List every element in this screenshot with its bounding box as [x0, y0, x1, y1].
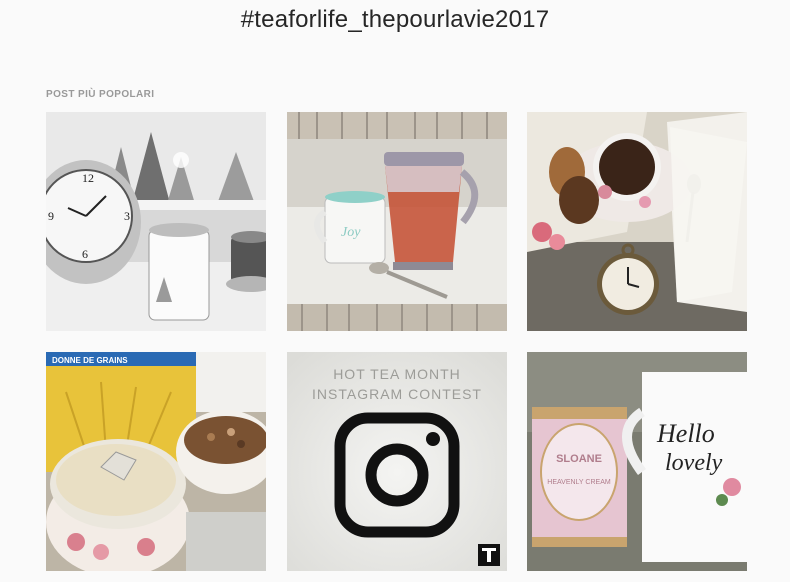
mug-line-2: lovely [665, 450, 723, 476]
contest-line-2: INSTAGRAM CONTEST [312, 386, 482, 402]
top-posts-label: POST PIÙ POPOLARI [46, 89, 155, 100]
box-text: DONNE DE GRAINS [52, 356, 128, 365]
mug-line-1: Hello [656, 419, 715, 448]
post-tile-1[interactable]: 12 3 6 9 [46, 112, 266, 331]
svg-text:9: 9 [48, 209, 54, 223]
svg-text:12: 12 [82, 171, 94, 185]
chai-tea-granola-photo: DONNE DE GRAINS [46, 352, 266, 571]
tin-flavor: HEAVENLY CREAM [547, 479, 611, 486]
tea-cookies-pocket-watch-photo [527, 112, 747, 331]
joy-mug-teapot-photo: Joy [287, 112, 507, 331]
svg-text:6: 6 [82, 247, 88, 261]
sloane-tin-hello-lovely-mug-photo: SLOANE HEAVENLY CREAM Hello lovely [527, 352, 747, 571]
post-tile-5[interactable]: HOT TEA MONTH INSTAGRAM CONTEST [287, 352, 507, 571]
hashtag-title: #teaforlife_thepourlavie2017 [240, 6, 550, 33]
contest-line-1: HOT TEA MONTH [333, 366, 461, 382]
tin-brand: SLOANE [556, 453, 602, 465]
instagram-contest-graphic: HOT TEA MONTH INSTAGRAM CONTEST [287, 352, 507, 571]
clock-window-tea-photo: 12 3 6 9 [46, 112, 266, 331]
mug-text: Joy [341, 225, 361, 240]
post-tile-2[interactable]: Joy [287, 112, 507, 331]
post-tile-3[interactable] [527, 112, 747, 331]
t-logo-icon [478, 544, 500, 566]
post-tile-4[interactable]: DONNE DE GRAINS [46, 352, 266, 571]
post-tile-6[interactable]: SLOANE HEAVENLY CREAM Hello lovely [527, 352, 747, 571]
svg-text:3: 3 [124, 209, 130, 223]
